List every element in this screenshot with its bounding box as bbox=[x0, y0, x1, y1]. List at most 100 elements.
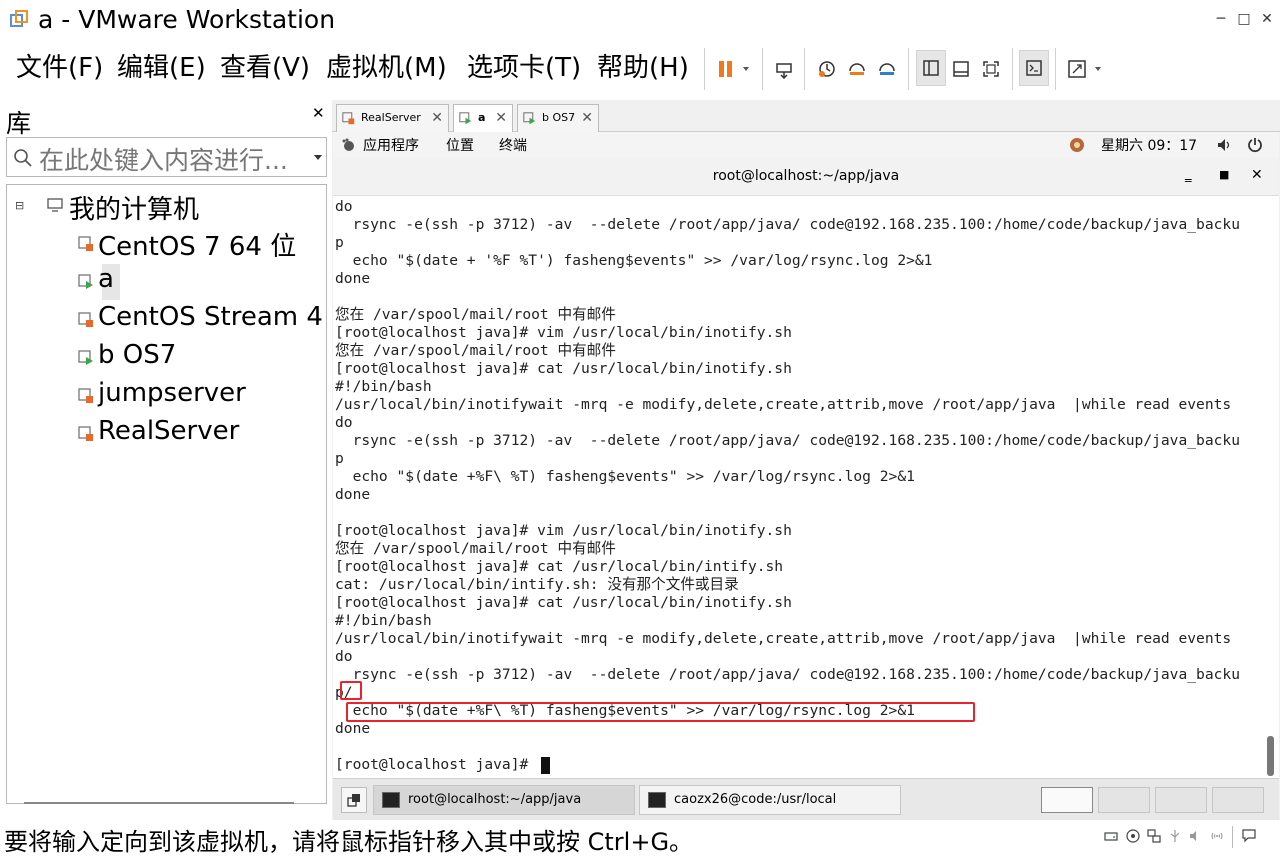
snapshot-manager-icon bbox=[879, 63, 895, 75]
power-icon[interactable] bbox=[1247, 137, 1263, 153]
toolbar-separator bbox=[908, 48, 909, 90]
volume-icon[interactable] bbox=[1217, 138, 1233, 152]
vm-powered-off-icon bbox=[342, 112, 355, 125]
menu-tabs[interactable]: 选项卡(T) bbox=[467, 50, 581, 86]
toolbar-separator bbox=[704, 48, 705, 90]
gnome-terminal-menu[interactable]: 终端 bbox=[499, 135, 527, 155]
tab-realserver[interactable]: RealServer ✕ bbox=[336, 104, 449, 132]
workspace-3[interactable] bbox=[1155, 787, 1207, 813]
tab-close-icon[interactable]: ✕ bbox=[581, 105, 593, 131]
library-horizontal-scrollbar[interactable] bbox=[24, 802, 294, 804]
cd-drive-icon[interactable] bbox=[1126, 829, 1140, 843]
gnome-places-menu[interactable]: 位置 bbox=[446, 135, 474, 155]
snapshot-manager-button[interactable] bbox=[872, 54, 902, 84]
terminal-close-button[interactable]: ✕ bbox=[1251, 167, 1263, 183]
close-button[interactable]: ✕ bbox=[1258, 10, 1276, 28]
tab-a[interactable]: a ✕ bbox=[453, 104, 513, 132]
gnome-clock[interactable]: 星期六 09：17 bbox=[1101, 135, 1197, 155]
terminal-line: 您在 /var/spool/mail/root 中有邮件 bbox=[335, 342, 616, 359]
menu-file[interactable]: 文件(F) bbox=[16, 50, 103, 86]
workspace-4[interactable] bbox=[1212, 787, 1264, 813]
vm-powered-off-icon bbox=[78, 426, 93, 441]
tab-b-os7[interactable]: b OS7 ✕ bbox=[517, 104, 599, 132]
network-adapter-icon[interactable] bbox=[1147, 829, 1161, 843]
terminal-line: [root@localhost java]# cat /usr/local/bi… bbox=[335, 594, 792, 611]
vm-powered-off-icon bbox=[78, 388, 93, 403]
menu-view[interactable]: 查看(V) bbox=[220, 50, 310, 86]
workspace-2[interactable] bbox=[1098, 787, 1150, 813]
terminal-line: done bbox=[335, 486, 371, 503]
terminal-line: /usr/local/bin/inotifywait -mrq -e modif… bbox=[335, 630, 1232, 647]
terminal-minimize-button[interactable]: ‗ bbox=[1185, 168, 1192, 183]
message-log-icon[interactable] bbox=[1242, 829, 1256, 843]
terminal-line: do bbox=[335, 198, 353, 215]
thumbnail-bar-button[interactable] bbox=[946, 54, 976, 84]
window-title: a - VMware Workstation bbox=[38, 5, 336, 34]
full-screen-button[interactable] bbox=[976, 54, 1006, 84]
chevron-down-icon[interactable] bbox=[313, 153, 323, 161]
terminal-output[interactable]: do rsync -e(ssh -p 3712) -av --delete /r… bbox=[333, 196, 1279, 778]
guest-taskbar: root@localhost:~/app/java caozx26@code:/… bbox=[333, 778, 1279, 820]
tab-close-icon[interactable]: ✕ bbox=[495, 105, 507, 131]
terminal-line: echo "$(date +%F\ %T) fasheng$events" >>… bbox=[335, 468, 915, 485]
maximize-button[interactable]: □ bbox=[1235, 10, 1253, 28]
vm-running-icon bbox=[78, 350, 93, 365]
red-highlight-box bbox=[340, 681, 362, 700]
taskbar-item-terminal-local[interactable]: root@localhost:~/app/java bbox=[373, 785, 635, 815]
usb-icon[interactable] bbox=[1168, 829, 1182, 843]
menu-help[interactable]: 帮助(H) bbox=[597, 50, 689, 86]
terminal-maximize-button[interactable]: ■ bbox=[1219, 168, 1229, 181]
menu-edit[interactable]: 编辑(E) bbox=[117, 50, 206, 86]
sound-card-icon[interactable] bbox=[1189, 829, 1203, 843]
pause-icon bbox=[719, 61, 749, 77]
stretch-guest-button[interactable] bbox=[1063, 54, 1107, 84]
console-view-button[interactable] bbox=[1019, 50, 1049, 86]
terminal-icon bbox=[382, 792, 400, 808]
menu-vm[interactable]: 虚拟机(M) bbox=[326, 50, 447, 86]
library-close-button[interactable]: ✕ bbox=[312, 104, 325, 122]
hard-disk-icon[interactable] bbox=[1104, 829, 1118, 843]
user-avatar-icon[interactable] bbox=[1069, 137, 1085, 153]
wireless-icon[interactable] bbox=[1210, 829, 1224, 843]
workspace-1[interactable] bbox=[1041, 787, 1093, 813]
terminal-header: root@localhost:~/app/java ‗ ■ ✕ bbox=[333, 158, 1279, 196]
vm-running-icon bbox=[78, 274, 93, 289]
toolbar-separator bbox=[762, 48, 763, 90]
snapshot-button[interactable] bbox=[812, 54, 842, 84]
terminal-scrollbar[interactable] bbox=[1267, 736, 1274, 776]
status-bar: 要将输入定向到该虚拟机，请将鼠标指针移入其中或按 Ctrl+G。 bbox=[0, 820, 1280, 856]
library-search-input[interactable]: 在此处键入内容进行... bbox=[6, 137, 327, 177]
terminal-line: echo "$(date + '%F %T') fasheng$events" … bbox=[335, 252, 933, 269]
terminal-line: p bbox=[335, 450, 344, 467]
red-highlight-box bbox=[346, 702, 975, 722]
guest-top-bar: 应用程序 位置 终端 星期六 09：17 bbox=[333, 132, 1279, 158]
terminal-line: [root@localhost java]# vim /usr/local/bi… bbox=[335, 522, 792, 539]
vm-running-icon bbox=[459, 112, 472, 125]
vm-running-icon bbox=[523, 112, 536, 125]
show-desktop-button[interactable] bbox=[341, 787, 367, 813]
gnome-foot-icon bbox=[342, 138, 354, 151]
send-ctrl-alt-del-button[interactable] bbox=[769, 54, 799, 84]
terminal-line: done bbox=[335, 720, 371, 737]
taskbar-item-terminal-code[interactable]: caozx26@code:/usr/local bbox=[639, 785, 901, 815]
terminal-line: do bbox=[335, 414, 353, 431]
terminal-line: #!/bin/bash bbox=[335, 612, 432, 629]
tab-close-icon[interactable]: ✕ bbox=[431, 105, 443, 131]
terminal-title: root@localhost:~/app/java bbox=[712, 168, 900, 184]
tree-root-my-computer[interactable]: 我的计算机 bbox=[69, 189, 199, 226]
terminal-cursor bbox=[541, 757, 550, 774]
computer-icon bbox=[47, 198, 63, 212]
terminal-line: cat: /usr/local/bin/intify.sh: 没有那个文件或目录 bbox=[335, 576, 739, 593]
show-library-button[interactable] bbox=[916, 50, 946, 86]
gnome-applications-menu[interactable]: 应用程序 bbox=[363, 135, 419, 155]
minimize-button[interactable]: ─ bbox=[1212, 10, 1230, 28]
thumbnail-bar-icon bbox=[953, 61, 969, 77]
pause-button[interactable] bbox=[710, 54, 756, 84]
terminal-line: /usr/local/bin/inotifywait -mrq -e modif… bbox=[335, 396, 1232, 413]
collapse-toggle[interactable]: ⊟ bbox=[15, 199, 24, 212]
terminal-line: [root@localhost java]# cat /usr/local/bi… bbox=[335, 360, 792, 377]
stretch-icon bbox=[1068, 60, 1101, 78]
terminal-line: [root@localhost java]# cat /usr/local/bi… bbox=[335, 558, 784, 575]
revert-snapshot-button[interactable] bbox=[842, 54, 872, 84]
toolbar-separator bbox=[1055, 48, 1056, 90]
